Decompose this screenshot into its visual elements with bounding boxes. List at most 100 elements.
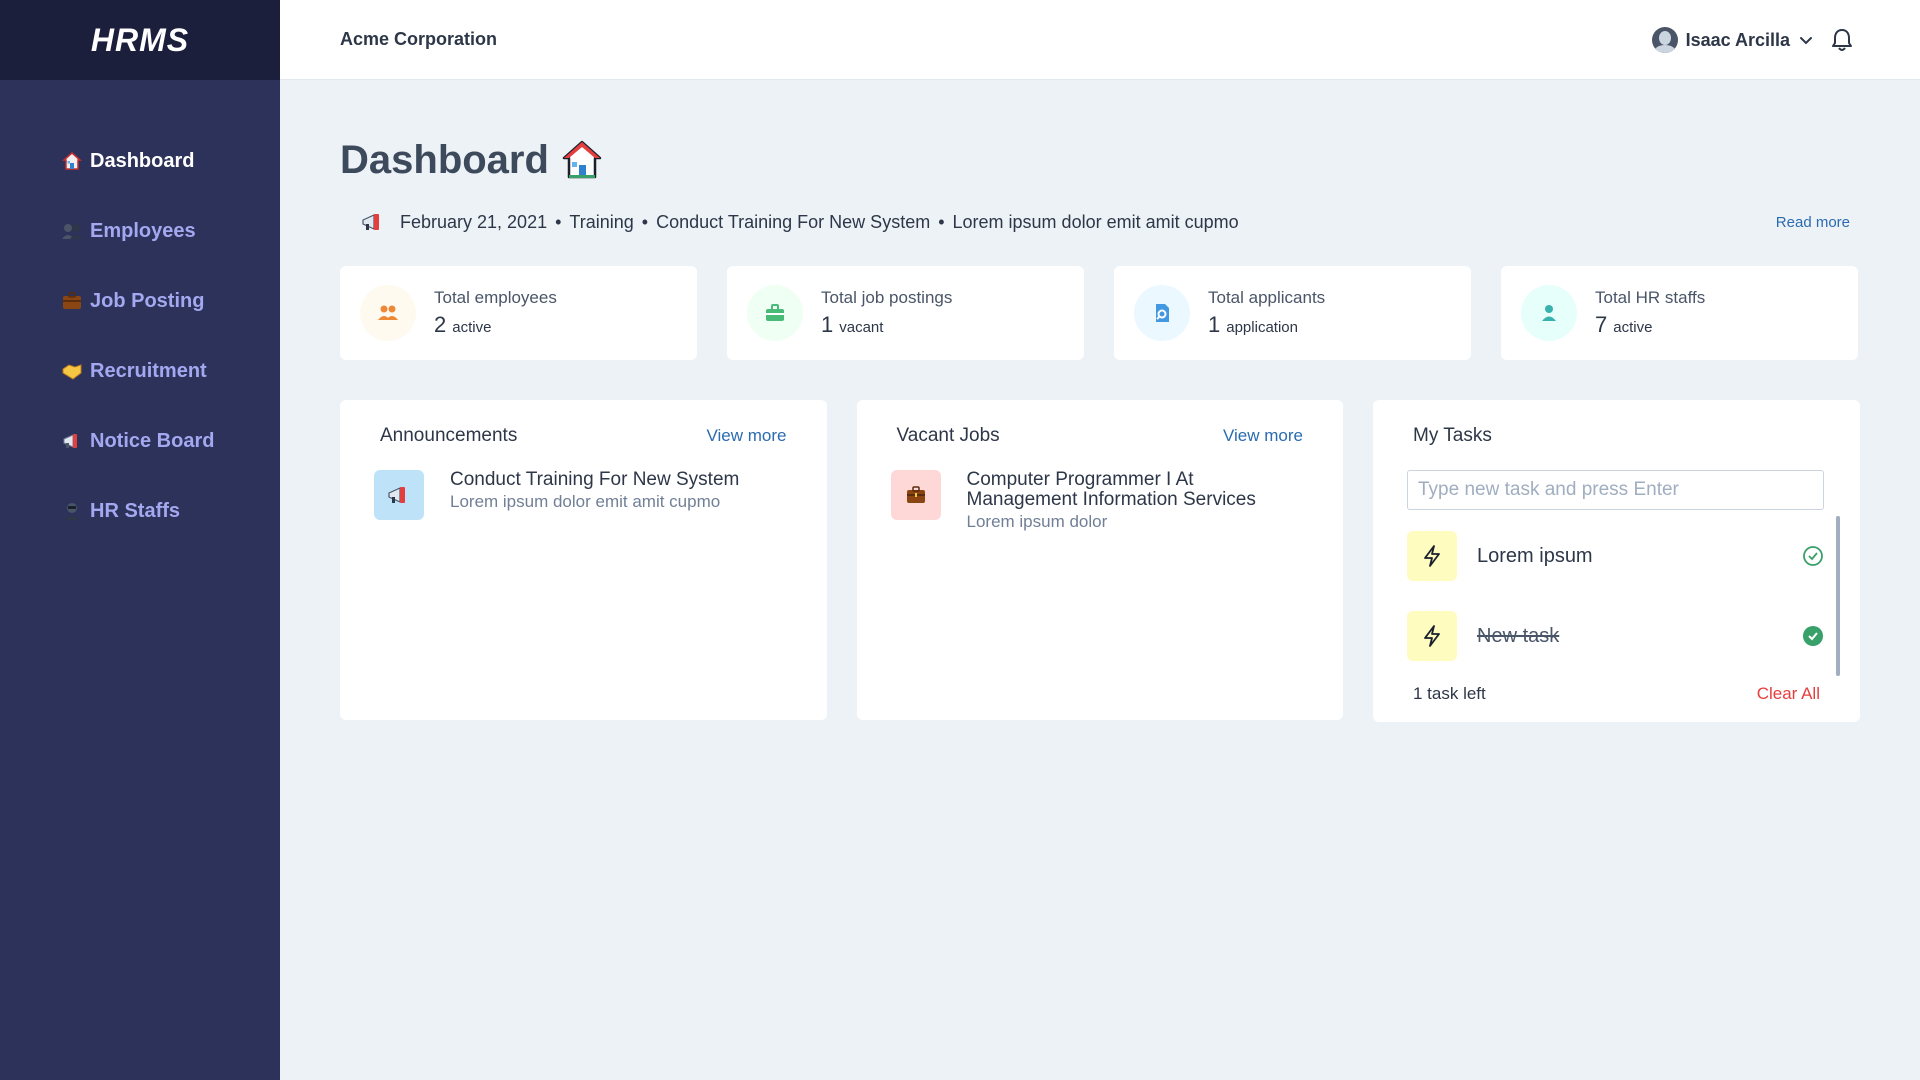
- vacant-job-title-line1: Computer Programmer I At: [966, 469, 1194, 490]
- handshake-icon: [60, 359, 84, 383]
- stat-value: 2: [434, 312, 447, 337]
- view-more-link[interactable]: View more: [1223, 426, 1303, 446]
- vacant-job-text: Computer Programmer I At Management Infor…: [967, 470, 1256, 532]
- view-more-link[interactable]: View more: [707, 426, 787, 446]
- avatar[interactable]: [1651, 27, 1678, 53]
- person-icon: [60, 499, 84, 523]
- new-task-input[interactable]: [1407, 470, 1824, 510]
- megaphone-icon: [60, 429, 84, 453]
- sidebar-item-label: HR Staffs: [90, 499, 181, 522]
- page-title-text: Dashboard: [340, 137, 549, 182]
- sidebar-item-employees[interactable]: Employees: [0, 196, 280, 266]
- scrollbar-thumb[interactable]: [1836, 516, 1840, 676]
- stat-unit: active: [1613, 319, 1653, 336]
- panel-title: Announcements: [380, 425, 518, 446]
- lightning-icon: [1407, 611, 1457, 661]
- vacant-jobs-panel: Vacant Jobs View more Computer Programme…: [856, 400, 1344, 720]
- read-more-link[interactable]: Read more: [1776, 214, 1850, 231]
- user-name[interactable]: Isaac Arcilla: [1686, 30, 1790, 51]
- sidebar-item-notice-board[interactable]: Notice Board: [0, 406, 280, 476]
- task-item-done[interactable]: New task: [1373, 596, 1860, 676]
- bell-icon[interactable]: [1830, 27, 1854, 53]
- announcement-ticker: February 21, 2021 • Training • Conduct Train…: [340, 202, 1860, 242]
- stat-text: Total employees 2 active: [434, 288, 557, 338]
- brand-logo[interactable]: HRMS: [0, 0, 280, 80]
- sidebar-item-label: Job Posting: [90, 289, 205, 312]
- panel-header: Vacant Jobs View more: [857, 400, 1344, 452]
- task-item[interactable]: Lorem ipsum: [1373, 516, 1860, 596]
- announcement-subtitle: Lorem ipsum dolor emit amit cupmo: [450, 492, 721, 511]
- vacant-job-subtitle: Lorem ipsum dolor: [966, 512, 1108, 531]
- tasks-footer: 1 task left Clear All: [1373, 676, 1860, 704]
- announcements-panel: Announcements View more Conduct Training…: [340, 400, 827, 720]
- announcement-item[interactable]: Conduct Training For New System Lorem ip…: [340, 452, 827, 538]
- announcement-title: Conduct Training For New System: [450, 469, 740, 490]
- house-icon: [561, 139, 603, 181]
- clear-all-button[interactable]: Clear All: [1757, 684, 1820, 704]
- user-icon: [1521, 285, 1577, 341]
- sidebar-item-job-posting[interactable]: Job Posting: [0, 266, 280, 336]
- stat-text: Total applicants 1 application: [1208, 288, 1325, 338]
- ticker-title: Conduct Training For New System: [656, 211, 931, 232]
- chevron-down-icon[interactable]: [1798, 32, 1814, 48]
- stat-value-row: 1 vacant: [821, 312, 952, 338]
- briefcase-icon: [890, 470, 941, 520]
- sidebar-item-recruitment[interactable]: Recruitment: [0, 336, 280, 406]
- stat-value-row: 1 application: [1208, 312, 1325, 338]
- vacant-job-title-line2: Management Information Services: [966, 489, 1256, 510]
- stat-card-employees[interactable]: Total employees 2 active: [340, 266, 697, 360]
- stat-value: 7: [1595, 312, 1608, 337]
- task-label: Lorem ipsum: [1477, 544, 1593, 567]
- megaphone-icon: [360, 211, 386, 233]
- sidebar-nav: Dashboard Employees Job Posting Recruitm…: [0, 80, 280, 546]
- house-icon: [60, 149, 84, 173]
- stat-text: Total HR staffs 7 active: [1595, 288, 1705, 338]
- panel-title: Vacant Jobs: [896, 425, 1000, 446]
- megaphone-icon: [374, 470, 424, 520]
- lightning-icon: [1407, 531, 1457, 581]
- panel-header: My Tasks: [1373, 400, 1860, 452]
- vacant-job-item[interactable]: Computer Programmer I At Management Infor…: [857, 452, 1344, 550]
- stat-card-applicants[interactable]: Total applicants 1 application: [1114, 266, 1471, 360]
- ticker-category: Training: [569, 211, 634, 232]
- ticker-date: February 21, 2021: [400, 211, 548, 232]
- panel-header: Announcements View more: [340, 400, 827, 452]
- sidebar-item-label: Notice Board: [90, 429, 215, 452]
- my-tasks-panel: My Tasks Lorem ipsum New ta: [1373, 400, 1860, 722]
- stat-unit: vacant: [839, 319, 884, 336]
- file-search-icon: [1134, 285, 1190, 341]
- stat-title: Total applicants: [1208, 288, 1326, 307]
- page-title: Dashboard: [340, 136, 1860, 184]
- stat-value: 1: [821, 312, 834, 337]
- check-circle-icon[interactable]: [1802, 545, 1824, 567]
- stat-text: Total job postings 1 vacant: [821, 288, 952, 338]
- sidebar-item-dashboard[interactable]: Dashboard: [0, 126, 280, 196]
- stat-value: 1: [1208, 312, 1221, 337]
- main-content: Dashboard February 21, 2021 • Training • Con…: [340, 80, 1860, 722]
- task-list-scrollbar[interactable]: [1836, 516, 1840, 676]
- sidebar-item-label: Dashboard: [90, 149, 195, 172]
- sidebar: HRMS Dashboard Employees Job Posting Rec…: [0, 0, 280, 1080]
- announcement-text: Conduct Training For New System Lorem ip…: [450, 470, 739, 512]
- stat-title: Total employees: [434, 288, 557, 307]
- tasks-left-count: 1 task left: [1413, 684, 1486, 703]
- company-name: Acme Corporation: [340, 29, 498, 49]
- briefcase-icon: [747, 285, 803, 341]
- topbar: Acme Corporation Isaac Arcilla: [280, 0, 1920, 80]
- stat-title: Total HR staffs: [1595, 288, 1706, 307]
- stats-row: Total employees 2 active Total job postin…: [340, 266, 1860, 360]
- sidebar-item-label: Employees: [90, 219, 196, 242]
- briefcase-icon: [60, 289, 84, 313]
- sidebar-item-hr-staffs[interactable]: HR Staffs: [0, 476, 280, 546]
- stat-card-hr-staffs[interactable]: Total HR staffs 7 active: [1501, 266, 1858, 360]
- stat-card-job-postings[interactable]: Total job postings 1 vacant: [727, 266, 1084, 360]
- ticker-text: February 21, 2021 • Training • Conduct Train…: [400, 211, 1239, 232]
- stat-value-row: 7 active: [1595, 312, 1705, 338]
- stat-unit: active: [452, 319, 492, 336]
- ticker-summary: Lorem ipsum dolor emit amit cupmo: [952, 211, 1239, 232]
- sidebar-item-label: Recruitment: [90, 359, 207, 382]
- check-circle-filled-icon[interactable]: [1802, 625, 1824, 647]
- people-icon: [60, 219, 84, 243]
- panels-row: Announcements View more Conduct Training…: [340, 400, 1860, 722]
- stat-unit: application: [1226, 319, 1298, 336]
